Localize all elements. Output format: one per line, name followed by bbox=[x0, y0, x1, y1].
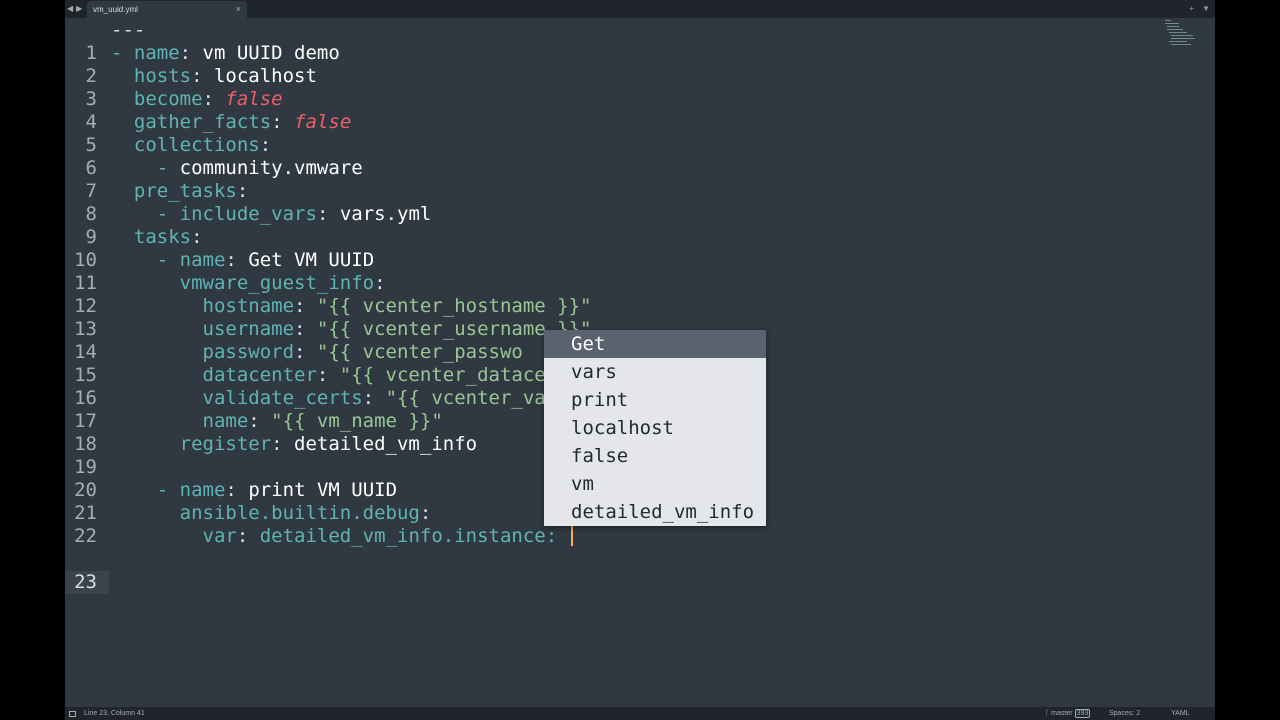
tab-bar: ◀ ▶ vm_uuid.yml × + ▼ bbox=[65, 0, 1215, 18]
indentation-selector[interactable]: Spaces: 2 bbox=[1109, 707, 1140, 720]
autocomplete-item[interactable]: vars bbox=[544, 358, 766, 386]
autocomplete-item[interactable]: vm bbox=[544, 470, 766, 498]
code-line[interactable]: 6 collections: bbox=[65, 134, 1165, 179]
code-line[interactable]: 2 - name: vm UUID demo bbox=[65, 42, 1165, 87]
syntax-selector[interactable]: YAML bbox=[1171, 707, 1190, 720]
status-bar: Line 23, Column 41 ᚴ master 393 Spaces: 2… bbox=[65, 707, 1215, 720]
code-line[interactable]: 8 pre_tasks: bbox=[65, 180, 1165, 225]
tab-vm-uuid-yml[interactable]: vm_uuid.yml × bbox=[87, 1, 247, 18]
autocomplete-item[interactable]: localhost bbox=[544, 414, 766, 442]
code-line[interactable]: 13 hostname: "{{ vcenter_hostname }}" bbox=[65, 295, 1165, 340]
tab-menu-icon[interactable]: ▼ bbox=[1202, 2, 1210, 16]
tab-close-icon[interactable]: × bbox=[236, 1, 241, 18]
text-caret bbox=[570, 525, 573, 546]
code-line[interactable]: 12 vmware_guest_info: bbox=[65, 272, 1165, 317]
tab-label: vm_uuid.yml bbox=[93, 5, 138, 14]
autocomplete-popup: Get vars print localhost false vm detail… bbox=[544, 330, 766, 526]
autocomplete-item[interactable]: detailed_vm_info bbox=[544, 498, 766, 526]
code-line[interactable]: 7 - community.vmware bbox=[65, 157, 1165, 202]
code-line[interactable]: 9 - include_vars: vars.yml bbox=[65, 203, 1165, 248]
code-line[interactable]: 1 --- bbox=[65, 19, 1165, 64]
tab-nav: ◀ ▶ bbox=[67, 2, 82, 16]
code-line[interactable]: 4 become: false bbox=[65, 88, 1165, 133]
code-line-current[interactable]: 23 var: detailed_vm_info.instance: bbox=[65, 525, 1165, 594]
cursor-position[interactable]: Line 23, Column 41 bbox=[84, 707, 145, 720]
autocomplete-item[interactable]: false bbox=[544, 442, 766, 470]
tab-back-icon[interactable]: ◀ bbox=[67, 2, 73, 16]
code-line[interactable]: 3 hosts: localhost bbox=[65, 65, 1165, 110]
panel-toggle-icon[interactable] bbox=[69, 710, 76, 717]
window-controls: + ▼ bbox=[1189, 2, 1210, 16]
autocomplete-item[interactable]: Get bbox=[544, 330, 766, 358]
git-branch[interactable]: ᚴ master 393 bbox=[1045, 707, 1091, 720]
new-tab-icon[interactable]: + bbox=[1189, 2, 1194, 16]
code-line[interactable]: 10 tasks: bbox=[65, 226, 1165, 271]
autocomplete-item[interactable]: print bbox=[544, 386, 766, 414]
editor-window: ◀ ▶ vm_uuid.yml × + ▼ 1 --- 2 - name: vm… bbox=[65, 0, 1215, 720]
git-changes-count: 393 bbox=[1074, 709, 1091, 718]
tab-forward-icon[interactable]: ▶ bbox=[76, 2, 82, 16]
code-line[interactable]: 5 gather_facts: false bbox=[65, 111, 1165, 156]
code-line[interactable]: 11 - name: Get VM UUID bbox=[65, 249, 1165, 294]
line-number: 23 bbox=[74, 571, 97, 593]
